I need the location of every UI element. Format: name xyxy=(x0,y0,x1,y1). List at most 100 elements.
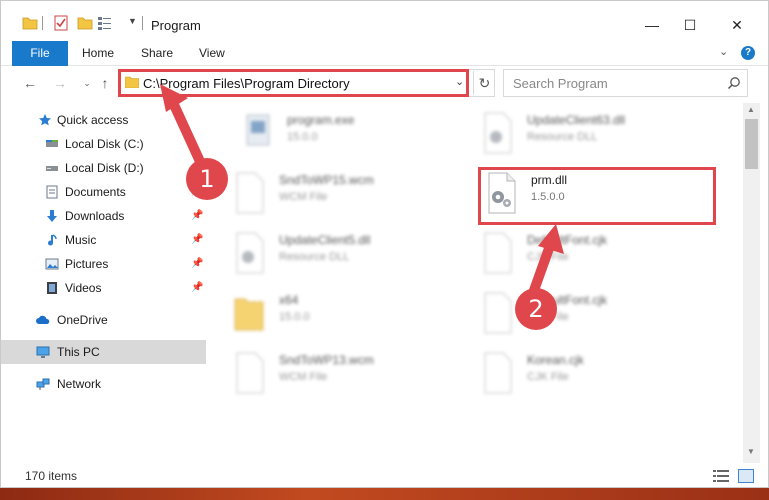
sidebar-item-label: Network xyxy=(57,377,102,391)
file-name: program.exe xyxy=(287,113,355,127)
document-icon xyxy=(46,185,58,199)
sidebar-item-quick-access[interactable]: Quick access xyxy=(1,108,206,132)
file-tile[interactable]: Korean.cjk CJK File xyxy=(471,349,701,399)
sidebar-item-label: Music xyxy=(65,233,97,247)
sidebar-item-onedrive[interactable]: OneDrive xyxy=(1,308,206,332)
music-icon xyxy=(48,234,57,246)
cloud-icon xyxy=(36,315,50,324)
expand-ribbon-icon[interactable]: ⌄ xyxy=(719,45,728,58)
file-detail: WCM File xyxy=(279,191,328,203)
file-name: Korean.cjk xyxy=(527,353,584,367)
sidebar-item-label: Documents xyxy=(65,185,126,199)
view-options-icon[interactable] xyxy=(97,15,113,31)
up-arrow-icon[interactable]: ↑ xyxy=(95,73,115,93)
network-icon xyxy=(36,378,50,390)
pin-icon[interactable]: 📌 xyxy=(191,228,203,252)
desktop-background xyxy=(0,488,769,500)
tab-view[interactable]: View xyxy=(199,41,225,66)
file-tile[interactable]: DefaultFont.cjk CJK File xyxy=(471,289,701,339)
tiles-view-icon[interactable] xyxy=(738,469,754,483)
vertical-scrollbar[interactable]: ▲ ▼ xyxy=(743,103,760,463)
download-icon xyxy=(47,210,57,222)
title-bar: ▼ Program — ☐ ✕ xyxy=(1,1,768,41)
file-detail: CJK File xyxy=(527,371,569,383)
sidebar-item-pictures[interactable]: Pictures 📌 xyxy=(1,252,206,276)
folder-icon[interactable] xyxy=(22,15,38,31)
explorer-window: ▼ Program — ☐ ✕ File Home Share View ⌄ ?… xyxy=(0,0,769,488)
callout-badge-1: 1 xyxy=(186,158,228,200)
file-name: DefaultFont.cjk xyxy=(527,233,608,247)
navigation-bar: ← → ⌄ ↑ C:\Program Files\Program Directo… xyxy=(1,67,768,101)
dll-icon xyxy=(484,112,512,154)
file-name: SndToWP13.wcm xyxy=(279,353,374,367)
maximize-button[interactable]: ☐ xyxy=(668,11,712,39)
scrollbar-thumb[interactable] xyxy=(745,119,758,169)
computer-icon xyxy=(36,346,50,358)
sidebar-item-label: Local Disk (C:) xyxy=(65,137,144,151)
drive-icon xyxy=(46,166,58,171)
sidebar-item-label: Quick access xyxy=(57,113,129,127)
window-title: Program xyxy=(151,18,201,33)
sidebar-item-label: This PC xyxy=(57,345,100,359)
sidebar-item-documents[interactable]: Documents 📌 xyxy=(1,180,206,204)
tab-home[interactable]: Home xyxy=(82,41,114,66)
file-tile[interactable]: program.exe 15.0.0 xyxy=(231,109,461,159)
file-tile[interactable]: DefaultFont.cjk CJK File xyxy=(471,229,701,279)
sidebar-item-local-disk-d[interactable]: Local Disk (D:) xyxy=(1,156,206,180)
sidebar-item-this-pc[interactable]: This PC xyxy=(1,340,206,364)
recent-locations-icon[interactable]: ⌄ xyxy=(77,73,97,93)
tab-share[interactable]: Share xyxy=(141,41,173,66)
help-icon[interactable]: ? xyxy=(741,46,755,60)
file-tile[interactable]: SndToWP15.wcm WCM File xyxy=(223,169,453,219)
picture-icon xyxy=(45,258,59,270)
file-tile[interactable]: x64 15.0.0 xyxy=(223,289,453,339)
sidebar-item-label: Videos xyxy=(65,281,102,295)
file-icon xyxy=(236,172,264,214)
search-icon[interactable] xyxy=(727,76,741,90)
status-bar: 170 items xyxy=(1,463,768,487)
sidebar-item-label: Pictures xyxy=(65,257,109,271)
properties-icon[interactable] xyxy=(53,15,69,31)
file-detail: 15.0.0 xyxy=(287,131,318,143)
sidebar-item-local-disk-c[interactable]: Local Disk (C:) xyxy=(1,132,206,156)
scroll-up-icon[interactable]: ▲ xyxy=(747,105,755,114)
scroll-down-icon[interactable]: ▼ xyxy=(747,447,755,456)
exe-icon xyxy=(246,114,270,146)
sidebar-item-videos[interactable]: Videos 📌 xyxy=(1,276,206,300)
back-arrow-icon[interactable]: ← xyxy=(20,73,40,93)
search-input[interactable]: Search Program xyxy=(503,69,748,97)
address-highlight-box xyxy=(118,69,469,97)
details-view-icon[interactable] xyxy=(713,470,729,482)
file-tile[interactable]: SndToWP13.wcm WCM File xyxy=(223,349,453,399)
ribbon-tabs: File Home Share View ⌄ ? xyxy=(1,41,768,66)
drive-icon xyxy=(46,140,58,147)
file-icon xyxy=(236,352,264,394)
pin-icon[interactable]: 📌 xyxy=(191,276,203,300)
tab-file[interactable]: File xyxy=(12,41,68,66)
forward-arrow-icon[interactable]: → xyxy=(50,73,70,93)
pin-icon[interactable]: 📌 xyxy=(191,252,203,276)
file-detail: WCM File xyxy=(279,371,328,383)
file-icon xyxy=(484,292,512,334)
file-name: x64 xyxy=(279,293,299,307)
sidebar-item-label: Local Disk (D:) xyxy=(65,161,144,175)
close-button[interactable]: ✕ xyxy=(715,11,759,39)
dll-icon xyxy=(236,232,264,274)
video-icon xyxy=(47,282,57,294)
file-tile[interactable]: UpdateClient5.dll Resource DLL xyxy=(223,229,453,279)
new-folder-icon[interactable] xyxy=(77,15,93,31)
toolbar-separator xyxy=(142,16,143,30)
file-icon xyxy=(484,232,512,274)
folder-icon xyxy=(234,298,264,331)
search-placeholder: Search Program xyxy=(513,76,608,91)
sidebar-item-label: Downloads xyxy=(65,209,125,223)
file-tile[interactable]: UpdateClient63.dll Resource DLL xyxy=(471,109,701,159)
sidebar-item-network[interactable]: Network xyxy=(1,372,206,396)
refresh-icon[interactable]: ↻ xyxy=(473,71,495,95)
sidebar-item-downloads[interactable]: Downloads 📌 xyxy=(1,204,206,228)
file-highlight-box xyxy=(478,167,716,225)
sidebar-item-music[interactable]: Music 📌 xyxy=(1,228,206,252)
chevron-down-icon[interactable]: ▼ xyxy=(128,16,137,26)
file-name: SndToWP15.wcm xyxy=(279,173,374,187)
pin-icon[interactable]: 📌 xyxy=(191,204,203,228)
